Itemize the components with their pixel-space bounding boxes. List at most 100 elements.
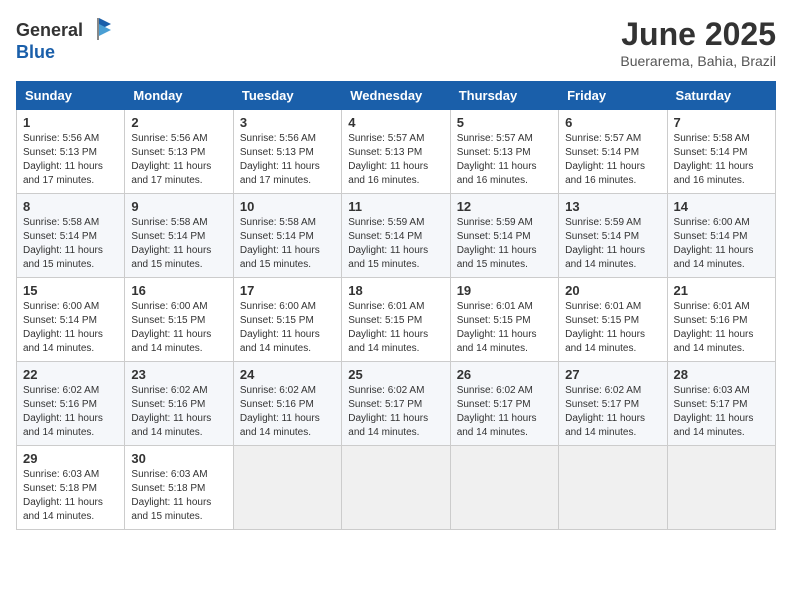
weekday-header-monday: Monday: [125, 82, 233, 110]
weekday-header-friday: Friday: [559, 82, 667, 110]
calendar-cell: [342, 446, 450, 530]
month-title: June 2025: [620, 16, 776, 53]
weekday-header-saturday: Saturday: [667, 82, 775, 110]
logo-general-text: General: [16, 20, 83, 41]
day-number: 18: [348, 283, 443, 298]
calendar-cell: 18 Sunrise: 6:01 AMSunset: 5:15 PMDaylig…: [342, 278, 450, 362]
calendar-cell: 28 Sunrise: 6:03 AMSunset: 5:17 PMDaylig…: [667, 362, 775, 446]
day-info: Sunrise: 6:00 AMSunset: 5:15 PMDaylight:…: [240, 300, 335, 356]
day-number: 26: [457, 367, 552, 382]
calendar-cell: [450, 446, 558, 530]
calendar-table: SundayMondayTuesdayWednesdayThursdayFrid…: [16, 81, 776, 530]
day-number: 27: [565, 367, 660, 382]
day-number: 10: [240, 199, 335, 214]
day-number: 14: [674, 199, 769, 214]
calendar-cell: [667, 446, 775, 530]
calendar-cell: [233, 446, 341, 530]
day-number: 1: [23, 115, 118, 130]
calendar-cell: 5 Sunrise: 5:57 AMSunset: 5:13 PMDayligh…: [450, 110, 558, 194]
day-info: Sunrise: 5:57 AMSunset: 5:14 PMDaylight:…: [565, 132, 660, 188]
calendar-week-2: 8 Sunrise: 5:58 AMSunset: 5:14 PMDayligh…: [17, 194, 776, 278]
calendar-cell: 20 Sunrise: 6:01 AMSunset: 5:15 PMDaylig…: [559, 278, 667, 362]
calendar-cell: 17 Sunrise: 6:00 AMSunset: 5:15 PMDaylig…: [233, 278, 341, 362]
day-number: 28: [674, 367, 769, 382]
calendar-cell: [559, 446, 667, 530]
calendar-cell: 2 Sunrise: 5:56 AMSunset: 5:13 PMDayligh…: [125, 110, 233, 194]
calendar-cell: 24 Sunrise: 6:02 AMSunset: 5:16 PMDaylig…: [233, 362, 341, 446]
day-number: 15: [23, 283, 118, 298]
calendar-week-3: 15 Sunrise: 6:00 AMSunset: 5:14 PMDaylig…: [17, 278, 776, 362]
weekday-header-tuesday: Tuesday: [233, 82, 341, 110]
calendar-cell: 26 Sunrise: 6:02 AMSunset: 5:17 PMDaylig…: [450, 362, 558, 446]
logo-flag-icon: [85, 16, 113, 44]
calendar-cell: 19 Sunrise: 6:01 AMSunset: 5:15 PMDaylig…: [450, 278, 558, 362]
calendar-cell: 7 Sunrise: 5:58 AMSunset: 5:14 PMDayligh…: [667, 110, 775, 194]
weekday-header-row: SundayMondayTuesdayWednesdayThursdayFrid…: [17, 82, 776, 110]
day-info: Sunrise: 6:02 AMSunset: 5:16 PMDaylight:…: [131, 384, 226, 440]
day-number: 8: [23, 199, 118, 214]
day-info: Sunrise: 5:59 AMSunset: 5:14 PMDaylight:…: [457, 216, 552, 272]
calendar-cell: 10 Sunrise: 5:58 AMSunset: 5:14 PMDaylig…: [233, 194, 341, 278]
page-header: General Blue June 2025 Buerarema, Bahia,…: [16, 16, 776, 69]
day-number: 19: [457, 283, 552, 298]
day-number: 13: [565, 199, 660, 214]
calendar-cell: 15 Sunrise: 6:00 AMSunset: 5:14 PMDaylig…: [17, 278, 125, 362]
day-info: Sunrise: 5:56 AMSunset: 5:13 PMDaylight:…: [131, 132, 226, 188]
calendar-cell: 6 Sunrise: 5:57 AMSunset: 5:14 PMDayligh…: [559, 110, 667, 194]
day-info: Sunrise: 5:59 AMSunset: 5:14 PMDaylight:…: [348, 216, 443, 272]
day-info: Sunrise: 5:58 AMSunset: 5:14 PMDaylight:…: [131, 216, 226, 272]
day-number: 30: [131, 451, 226, 466]
calendar-cell: 21 Sunrise: 6:01 AMSunset: 5:16 PMDaylig…: [667, 278, 775, 362]
day-number: 4: [348, 115, 443, 130]
day-number: 7: [674, 115, 769, 130]
calendar-cell: 30 Sunrise: 6:03 AMSunset: 5:18 PMDaylig…: [125, 446, 233, 530]
day-info: Sunrise: 5:58 AMSunset: 5:14 PMDaylight:…: [23, 216, 118, 272]
day-number: 29: [23, 451, 118, 466]
logo: General Blue: [16, 16, 113, 63]
day-info: Sunrise: 6:01 AMSunset: 5:15 PMDaylight:…: [348, 300, 443, 356]
day-info: Sunrise: 6:03 AMSunset: 5:17 PMDaylight:…: [674, 384, 769, 440]
day-number: 5: [457, 115, 552, 130]
day-number: 16: [131, 283, 226, 298]
day-number: 23: [131, 367, 226, 382]
day-info: Sunrise: 6:02 AMSunset: 5:16 PMDaylight:…: [240, 384, 335, 440]
calendar-cell: 4 Sunrise: 5:57 AMSunset: 5:13 PMDayligh…: [342, 110, 450, 194]
day-info: Sunrise: 6:02 AMSunset: 5:17 PMDaylight:…: [457, 384, 552, 440]
day-number: 25: [348, 367, 443, 382]
calendar-week-5: 29 Sunrise: 6:03 AMSunset: 5:18 PMDaylig…: [17, 446, 776, 530]
calendar-cell: 23 Sunrise: 6:02 AMSunset: 5:16 PMDaylig…: [125, 362, 233, 446]
day-number: 17: [240, 283, 335, 298]
day-info: Sunrise: 6:00 AMSunset: 5:15 PMDaylight:…: [131, 300, 226, 356]
calendar-week-4: 22 Sunrise: 6:02 AMSunset: 5:16 PMDaylig…: [17, 362, 776, 446]
location: Buerarema, Bahia, Brazil: [620, 53, 776, 69]
day-info: Sunrise: 6:01 AMSunset: 5:16 PMDaylight:…: [674, 300, 769, 356]
day-info: Sunrise: 6:01 AMSunset: 5:15 PMDaylight:…: [457, 300, 552, 356]
calendar-cell: 25 Sunrise: 6:02 AMSunset: 5:17 PMDaylig…: [342, 362, 450, 446]
weekday-header-sunday: Sunday: [17, 82, 125, 110]
day-number: 24: [240, 367, 335, 382]
day-info: Sunrise: 6:03 AMSunset: 5:18 PMDaylight:…: [23, 468, 118, 524]
calendar-cell: 9 Sunrise: 5:58 AMSunset: 5:14 PMDayligh…: [125, 194, 233, 278]
calendar-cell: 3 Sunrise: 5:56 AMSunset: 5:13 PMDayligh…: [233, 110, 341, 194]
calendar-cell: 13 Sunrise: 5:59 AMSunset: 5:14 PMDaylig…: [559, 194, 667, 278]
calendar-cell: 14 Sunrise: 6:00 AMSunset: 5:14 PMDaylig…: [667, 194, 775, 278]
day-info: Sunrise: 5:58 AMSunset: 5:14 PMDaylight:…: [674, 132, 769, 188]
day-number: 2: [131, 115, 226, 130]
day-number: 9: [131, 199, 226, 214]
day-info: Sunrise: 5:57 AMSunset: 5:13 PMDaylight:…: [457, 132, 552, 188]
day-info: Sunrise: 5:59 AMSunset: 5:14 PMDaylight:…: [565, 216, 660, 272]
calendar-cell: 1 Sunrise: 5:56 AMSunset: 5:13 PMDayligh…: [17, 110, 125, 194]
calendar-cell: 16 Sunrise: 6:00 AMSunset: 5:15 PMDaylig…: [125, 278, 233, 362]
weekday-header-wednesday: Wednesday: [342, 82, 450, 110]
day-number: 12: [457, 199, 552, 214]
day-info: Sunrise: 6:03 AMSunset: 5:18 PMDaylight:…: [131, 468, 226, 524]
day-info: Sunrise: 6:02 AMSunset: 5:17 PMDaylight:…: [348, 384, 443, 440]
day-info: Sunrise: 6:00 AMSunset: 5:14 PMDaylight:…: [23, 300, 118, 356]
calendar-cell: 12 Sunrise: 5:59 AMSunset: 5:14 PMDaylig…: [450, 194, 558, 278]
title-block: June 2025 Buerarema, Bahia, Brazil: [620, 16, 776, 69]
day-info: Sunrise: 6:01 AMSunset: 5:15 PMDaylight:…: [565, 300, 660, 356]
day-info: Sunrise: 5:57 AMSunset: 5:13 PMDaylight:…: [348, 132, 443, 188]
day-number: 11: [348, 199, 443, 214]
calendar-cell: 22 Sunrise: 6:02 AMSunset: 5:16 PMDaylig…: [17, 362, 125, 446]
day-info: Sunrise: 5:56 AMSunset: 5:13 PMDaylight:…: [23, 132, 118, 188]
